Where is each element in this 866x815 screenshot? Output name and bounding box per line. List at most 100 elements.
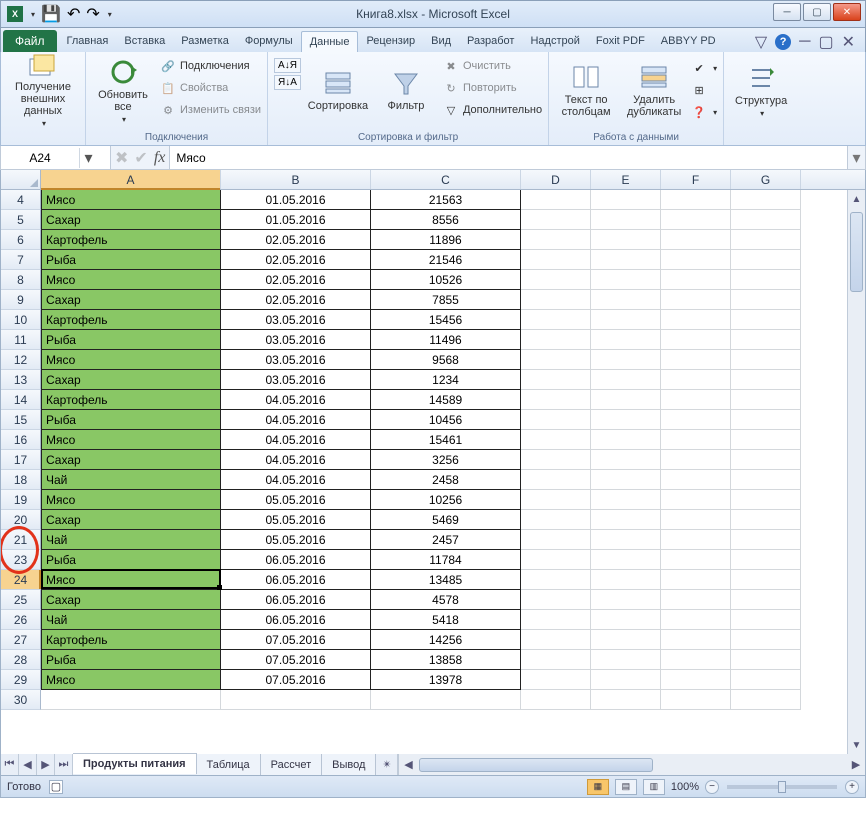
row-header[interactable]: 16 (1, 430, 41, 450)
scroll-up-icon[interactable]: ▲ (848, 190, 865, 208)
cell[interactable]: 04.05.2016 (221, 430, 371, 450)
cell[interactable] (521, 570, 591, 590)
tab-данные[interactable]: Данные (301, 31, 359, 52)
cell[interactable]: 04.05.2016 (221, 410, 371, 430)
cell[interactable] (591, 390, 661, 410)
col-header-E[interactable]: E (591, 170, 661, 189)
cell[interactable]: 07.05.2016 (221, 650, 371, 670)
view-pagebreak-button[interactable]: ▥ (643, 779, 665, 795)
row-header[interactable]: 11 (1, 330, 41, 350)
cell[interactable]: 14256 (371, 630, 521, 650)
cell[interactable]: 01.05.2016 (221, 190, 371, 210)
workbook-minimize-icon[interactable]: ─ (799, 33, 810, 51)
tab-надстрой[interactable]: Надстрой (522, 31, 587, 52)
cell[interactable] (521, 270, 591, 290)
row-header[interactable]: 15 (1, 410, 41, 430)
cell[interactable] (661, 290, 731, 310)
cell[interactable] (731, 350, 801, 370)
cell[interactable]: Мясо (41, 190, 221, 210)
cell[interactable] (661, 430, 731, 450)
cell[interactable]: 06.05.2016 (221, 550, 371, 570)
tab-file[interactable]: Файл (3, 30, 57, 52)
cell[interactable]: 10256 (371, 490, 521, 510)
cell[interactable]: 14589 (371, 390, 521, 410)
clear-filter-button[interactable]: ✖Очистить (443, 56, 542, 76)
row-header[interactable]: 12 (1, 350, 41, 370)
row-header[interactable]: 26 (1, 610, 41, 630)
cell[interactable] (661, 490, 731, 510)
view-normal-button[interactable]: ▦ (587, 779, 609, 795)
cell[interactable] (591, 190, 661, 210)
row-header[interactable]: 14 (1, 390, 41, 410)
fx-icon[interactable]: fx (154, 149, 166, 167)
cell[interactable] (731, 250, 801, 270)
workbook-close-icon[interactable]: ✕ (842, 32, 855, 52)
sheet-nav-last[interactable]: ⏭ (55, 754, 73, 775)
cell[interactable] (521, 490, 591, 510)
cell[interactable] (731, 610, 801, 630)
cell[interactable]: 2457 (371, 530, 521, 550)
row-header[interactable]: 30 (1, 690, 41, 710)
cell[interactable] (591, 350, 661, 370)
zoom-slider[interactable] (727, 785, 837, 789)
cell[interactable] (521, 210, 591, 230)
cell[interactable] (731, 490, 801, 510)
tab-вид[interactable]: Вид (423, 31, 459, 52)
enter-icon[interactable]: ✔ (134, 148, 147, 168)
cell[interactable]: 10526 (371, 270, 521, 290)
sheet-nav-first[interactable]: ⏮ (1, 754, 19, 775)
cell[interactable] (661, 610, 731, 630)
cell[interactable] (661, 410, 731, 430)
cell[interactable] (731, 370, 801, 390)
cell[interactable] (521, 650, 591, 670)
view-pagelayout-button[interactable]: ▤ (615, 779, 637, 795)
cell[interactable] (521, 410, 591, 430)
row-header[interactable]: 6 (1, 230, 41, 250)
cell[interactable]: Картофель (41, 630, 221, 650)
cell[interactable]: 05.05.2016 (221, 490, 371, 510)
name-box-input[interactable] (1, 149, 79, 167)
cell[interactable]: 5469 (371, 510, 521, 530)
cell[interactable] (591, 230, 661, 250)
cell[interactable]: Рыба (41, 410, 221, 430)
cell[interactable] (661, 530, 731, 550)
cell[interactable] (521, 330, 591, 350)
sheet-tab[interactable]: Таблица (197, 754, 261, 775)
cell[interactable]: 13978 (371, 670, 521, 690)
cell[interactable]: 07.05.2016 (221, 670, 371, 690)
row-header[interactable]: 17 (1, 450, 41, 470)
cell[interactable] (731, 290, 801, 310)
cell[interactable] (661, 310, 731, 330)
cell[interactable] (591, 570, 661, 590)
cell[interactable] (591, 210, 661, 230)
cell[interactable]: Сахар (41, 450, 221, 470)
cell[interactable] (731, 510, 801, 530)
horizontal-scrollbar[interactable]: ◀ ▶ (398, 754, 865, 775)
cell[interactable]: 4578 (371, 590, 521, 610)
cell[interactable] (521, 350, 591, 370)
formula-input[interactable]: Мясо (169, 146, 847, 169)
minimize-button[interactable]: ─ (773, 3, 801, 21)
cell[interactable]: 04.05.2016 (221, 450, 371, 470)
filter-button[interactable]: Фильтр (375, 54, 437, 124)
vscroll-thumb[interactable] (850, 212, 863, 292)
cell[interactable]: 3256 (371, 450, 521, 470)
col-header-C[interactable]: C (371, 170, 521, 189)
row-header[interactable]: 24 (1, 570, 41, 590)
row-header[interactable]: 20 (1, 510, 41, 530)
cell[interactable] (661, 210, 731, 230)
cell[interactable]: Рыба (41, 330, 221, 350)
cell[interactable] (661, 470, 731, 490)
cell[interactable] (591, 270, 661, 290)
cell[interactable]: 9568 (371, 350, 521, 370)
cell[interactable]: 8556 (371, 210, 521, 230)
cell[interactable]: Сахар (41, 590, 221, 610)
cell[interactable]: 06.05.2016 (221, 610, 371, 630)
cell[interactable]: 06.05.2016 (221, 590, 371, 610)
formula-expand-icon[interactable]: ▾ (847, 146, 865, 169)
cell[interactable] (731, 270, 801, 290)
sheet-tab[interactable]: Рассчет (261, 754, 323, 775)
redo-icon[interactable]: ↷ (86, 4, 99, 24)
cell[interactable]: Рыба (41, 550, 221, 570)
cell[interactable]: Чай (41, 470, 221, 490)
